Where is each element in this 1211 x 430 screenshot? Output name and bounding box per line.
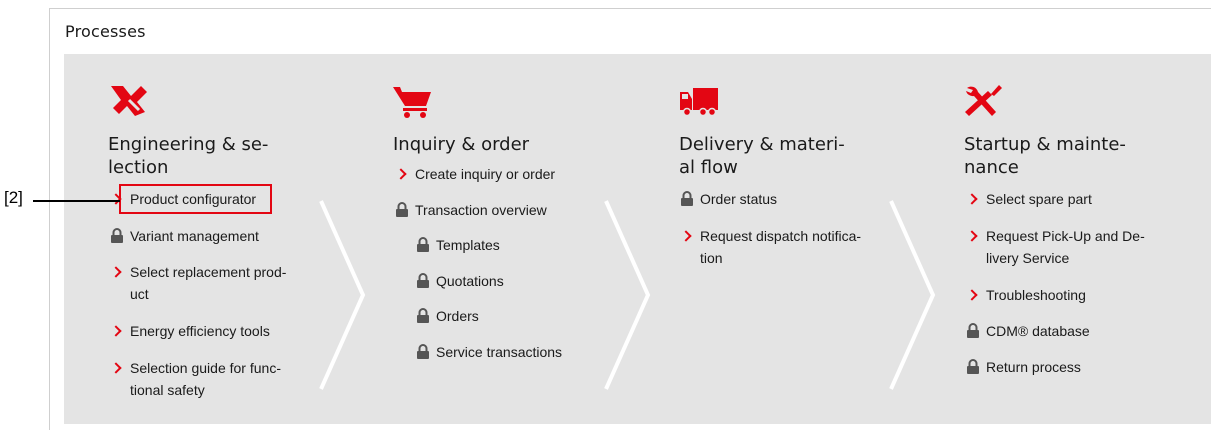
item-label: Selection guide for func- tional safety xyxy=(130,360,281,398)
frame-top-border xyxy=(49,8,1211,9)
item-label: Quotations xyxy=(436,273,504,289)
chevron-right-icon xyxy=(110,261,130,283)
chevron-separator-icon xyxy=(889,200,936,390)
item-label: Create inquiry or order xyxy=(415,166,556,182)
return-process-item[interactable]: Return process xyxy=(966,356,1081,378)
chevron-separator-icon xyxy=(319,200,366,390)
shopping-cart-icon xyxy=(393,87,431,118)
variant-management-item[interactable]: Variant management xyxy=(110,225,259,247)
select-replacement-product-link[interactable]: Select replacement prod- uct xyxy=(110,261,286,305)
item-label: Variant management xyxy=(130,228,259,244)
chevron-right-icon xyxy=(966,225,986,247)
chevron-separator-icon xyxy=(604,200,651,390)
callout-line xyxy=(33,200,120,202)
transaction-overview-item[interactable]: Transaction overview xyxy=(395,199,547,221)
item-label: Orders xyxy=(436,308,479,324)
item-label: Energy efficiency tools xyxy=(130,323,270,339)
lock-icon xyxy=(416,305,436,327)
tools-icon xyxy=(965,85,1002,116)
order-status-item[interactable]: Order status xyxy=(680,188,777,210)
frame-left-border xyxy=(49,8,50,430)
service-transactions-item[interactable]: Service transactions xyxy=(416,341,562,363)
chevron-right-icon xyxy=(395,163,415,185)
lock-icon xyxy=(966,320,986,342)
column-title: Delivery & materi- al flow xyxy=(679,134,845,178)
item-label: Service transactions xyxy=(436,344,563,360)
lock-icon xyxy=(416,270,436,292)
chevron-right-icon xyxy=(966,188,986,210)
quotations-item[interactable]: Quotations xyxy=(416,270,504,292)
delivery-truck-icon xyxy=(680,88,718,117)
lock-icon xyxy=(680,188,700,210)
request-pickup-delivery-link[interactable]: Request Pick-Up and De- livery Service xyxy=(966,225,1145,269)
item-label: Select replacement prod- uct xyxy=(130,264,287,302)
orders-item[interactable]: Orders xyxy=(416,305,479,327)
lock-icon xyxy=(395,199,415,221)
engineering-icon xyxy=(111,86,147,116)
column-title: Startup & mainte- nance xyxy=(964,134,1126,178)
select-spare-part-link[interactable]: Select spare part xyxy=(966,188,1092,210)
selection-guide-functional-safety-link[interactable]: Selection guide for func- tional safety xyxy=(110,357,281,401)
chevron-right-icon xyxy=(110,320,130,342)
item-label: Troubleshooting xyxy=(986,287,1086,303)
item-label: CDM® database xyxy=(986,323,1090,339)
lock-icon xyxy=(416,341,436,363)
troubleshooting-link[interactable]: Troubleshooting xyxy=(966,284,1086,306)
templates-item[interactable]: Templates xyxy=(416,234,500,256)
cdm-database-item[interactable]: CDM® database xyxy=(966,320,1090,342)
lock-icon xyxy=(966,356,986,378)
chevron-right-icon xyxy=(680,225,700,247)
column-title: Engineering & se- lection xyxy=(108,134,269,178)
item-label: Return process xyxy=(986,359,1081,375)
item-label: Order status xyxy=(700,191,778,207)
section-title: Processes xyxy=(65,22,146,41)
column-title: Inquiry & order xyxy=(393,134,530,155)
item-label: Request Pick-Up and De- livery Service xyxy=(986,228,1145,266)
item-label: Templates xyxy=(436,237,500,253)
chevron-right-icon xyxy=(110,357,130,379)
item-label: Transaction overview xyxy=(415,202,547,218)
highlight-box xyxy=(119,184,272,214)
item-label: Select spare part xyxy=(986,191,1092,207)
callout-label: [2] xyxy=(4,188,23,207)
chevron-right-icon xyxy=(966,284,986,306)
lock-icon xyxy=(416,234,436,256)
energy-efficiency-tools-link[interactable]: Energy efficiency tools xyxy=(110,320,270,342)
request-dispatch-notification-link[interactable]: Request dispatch notifica- tion xyxy=(680,225,861,269)
lock-icon xyxy=(110,225,130,247)
item-label: Request dispatch notifica- tion xyxy=(700,228,862,266)
create-inquiry-order-link[interactable]: Create inquiry or order xyxy=(395,163,555,185)
